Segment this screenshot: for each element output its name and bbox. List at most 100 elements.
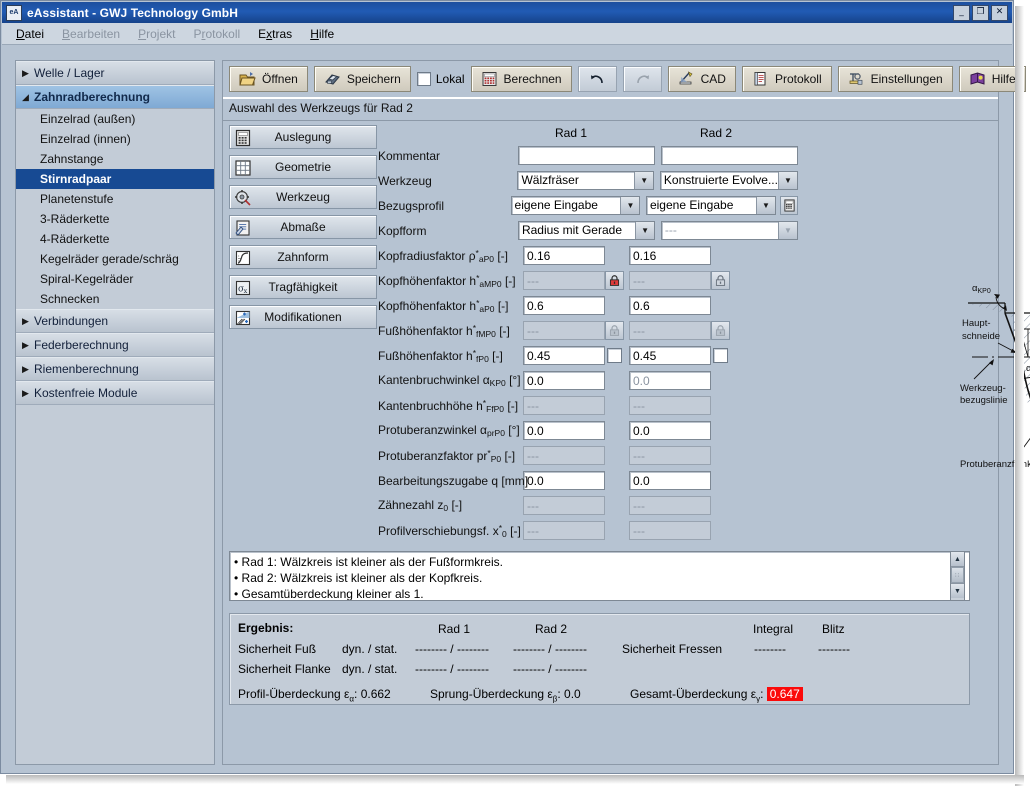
protuberanzwinkel-input-rad1[interactable]: 0.0	[523, 421, 605, 440]
werkzeug-select-rad1[interactable]: Wälzfräser ▼	[517, 171, 654, 190]
fusshoehenfaktor-checkbox-rad1[interactable]	[607, 348, 622, 363]
menu-datei[interactable]: DDateiatei	[16, 27, 44, 41]
checkbox-box[interactable]	[417, 72, 431, 86]
redo-button[interactable]	[623, 66, 662, 92]
fusshoehenfaktor-fmp0-input-rad2[interactable]: ---	[629, 321, 711, 340]
zaehnezahl-input-rad1[interactable]: ---	[523, 496, 605, 515]
cad-button[interactable]: CAD	[668, 66, 736, 92]
tab-auslegung[interactable]: Auslegung	[229, 125, 377, 149]
chevron-down-icon[interactable]: ▼	[778, 222, 797, 239]
sidebar-group-federberechnung[interactable]: ▶ Federberechnung	[16, 333, 214, 357]
tab-abmasse[interactable]: Abmaße	[229, 215, 377, 239]
kantenbruchhoehe-input-rad1[interactable]: ---	[523, 396, 605, 415]
menu-protokoll[interactable]: Protokoll	[193, 27, 240, 41]
fusshoehenfaktor-checkbox-rad2[interactable]	[713, 348, 728, 363]
scroll-down-button[interactable]: ▼	[951, 583, 964, 598]
tab-werkzeug[interactable]: Werkzeug	[229, 185, 377, 209]
zaehnezahl-input-rad2[interactable]: ---	[629, 496, 711, 515]
sidebar-group-verbindungen[interactable]: ▶ Verbindungen	[16, 309, 214, 333]
fusshoehenfaktor-fp0-input-rad1[interactable]: 0.45	[523, 346, 605, 365]
kopfform-select-rad2[interactable]: --- ▼	[661, 221, 798, 240]
lock-button-rad1[interactable]	[605, 271, 624, 290]
sidebar-item-einzelrad-aussen[interactable]: Einzelrad (außen)	[16, 109, 214, 129]
sidebar-group-zahnradberechnung[interactable]: ◢ Zahnradberechnung	[16, 85, 214, 109]
sidebar-item-planetenstufe[interactable]: Planetenstufe	[16, 189, 214, 209]
sidebar-group-kostenfreie-module[interactable]: ▶ Kostenfreie Module	[16, 381, 214, 405]
protocol-button[interactable]: Protokoll	[742, 66, 832, 92]
profilverschiebungsfaktor-input-rad2[interactable]: ---	[629, 521, 711, 540]
menu-extras[interactable]: Extras	[258, 27, 292, 41]
minimize-button[interactable]: _	[953, 5, 970, 21]
kantenbruchwinkel-input-rad2[interactable]: 0.0	[629, 371, 711, 390]
label-kantenbruchhoehe: Kantenbruchhöhe h*FfP0 [-]	[378, 398, 523, 414]
chevron-down-icon[interactable]: ▼	[634, 172, 653, 189]
sidebar-item-kegelraeder[interactable]: Kegelräder gerade/schräg	[16, 249, 214, 269]
open-button[interactable]: Öffnen	[229, 66, 308, 92]
chevron-down-icon[interactable]: ▼	[756, 197, 775, 214]
sidebar-item-stirnradpaar[interactable]: Stirnradpaar	[16, 169, 214, 189]
kopfform-select-rad1[interactable]: Radius mit Gerade ▼	[518, 221, 655, 240]
lock-button-disabled-rad2	[711, 321, 730, 340]
fusshoehenfaktor-fp0-input-rad2[interactable]: 0.45	[629, 346, 711, 365]
lock-button-rad2[interactable]	[711, 271, 730, 290]
message-scrollbar[interactable]: ▲ ∷ ▼	[950, 551, 965, 601]
bearbeitungszugabe-input-rad2[interactable]: 0.0	[629, 471, 711, 490]
protuberanzfaktor-input-rad1[interactable]: ---	[523, 446, 605, 465]
message-list[interactable]: • Rad 1: Wälzkreis ist kleiner als der F…	[229, 551, 970, 601]
local-checkbox[interactable]: Lokal	[417, 72, 465, 86]
results-title: Ergebnis:	[238, 621, 293, 635]
menu-projekt[interactable]: Projekt	[138, 27, 175, 41]
menu-hilfe[interactable]: Hilfe	[310, 27, 334, 41]
tab-tragfaehigkeit[interactable]: σ x Tragfähigkeit	[229, 275, 377, 299]
fusshoehenfaktor-fmp0-input-rad1[interactable]: ---	[523, 321, 605, 340]
protuberanzwinkel-input-rad2[interactable]: 0.0	[629, 421, 711, 440]
label-werkzeug-1: Werkzeug-	[960, 383, 1006, 394]
chevron-down-icon[interactable]: ▼	[620, 197, 639, 214]
calculate-button[interactable]: Berechnen	[471, 66, 572, 92]
kommentar-input-rad1[interactable]	[518, 146, 655, 165]
protuberanzfaktor-input-rad2[interactable]: ---	[629, 446, 711, 465]
sidebar-item-schnecken[interactable]: Schnecken	[16, 289, 214, 309]
row-zaehnezahl: Zähnezahl z0 [-] --- ---	[378, 493, 798, 518]
kantenbruchwinkel-input-rad1[interactable]: 0.0	[523, 371, 605, 390]
scroll-up-button[interactable]: ▲	[951, 552, 964, 567]
results-row2-rad1: -------- / --------	[415, 662, 489, 676]
sidebar-group-welle-lager[interactable]: ▶ Welle / Lager	[16, 61, 214, 85]
maximize-button[interactable]: ❐	[972, 5, 989, 21]
save-button[interactable]: Speichern	[314, 66, 411, 92]
bearbeitungszugabe-input-rad1[interactable]: 0.0	[523, 471, 605, 490]
row-protuberanzwinkel: Protuberanzwinkel αprP0 [°] 0.0 0.0	[378, 418, 798, 443]
sidebar-item-4-raederkette[interactable]: 4-Räderkette	[16, 229, 214, 249]
undo-button[interactable]	[578, 66, 617, 92]
kopfhoehenfaktor-ap0-input-rad2[interactable]: 0.6	[629, 296, 711, 315]
sidebar-item-zahnstange[interactable]: Zahnstange	[16, 149, 214, 169]
chevron-down-icon[interactable]: ▼	[635, 222, 654, 239]
menu-bearbeiten[interactable]: Bearbeiten	[62, 27, 120, 41]
tab-geometrie[interactable]: Geometrie	[229, 155, 377, 179]
tab-modifikationen[interactable]: Modifikationen	[229, 305, 377, 329]
sidebar-item-spiral-kegelraeder[interactable]: Spiral-Kegelräder	[16, 269, 214, 289]
kopfhoehenfaktor-amp0-input-rad1[interactable]: ---	[523, 271, 605, 290]
chevron-down-icon[interactable]: ▼	[778, 172, 797, 189]
profilverschiebungsfaktor-input-rad1[interactable]: ---	[523, 521, 605, 540]
tab-zahnform[interactable]: Zahnform	[229, 245, 377, 269]
close-button[interactable]: ✕	[991, 5, 1008, 21]
kopfradiusfaktor-input-rad2[interactable]: 0.16	[629, 246, 711, 265]
kopfhoehenfaktor-amp0-input-rad2[interactable]: ---	[629, 271, 711, 290]
sidebar-item-einzelrad-innen[interactable]: Einzelrad (innen)	[16, 129, 214, 149]
bezugsprofil-select-rad1[interactable]: eigene Eingabe ▼	[511, 196, 641, 215]
kopfhoehenfaktor-ap0-input-rad1[interactable]: 0.6	[523, 296, 605, 315]
sidebar-group-riemenberechnung[interactable]: ▶ Riemenberechnung	[16, 357, 214, 381]
bezugsprofil-calculator-button[interactable]	[780, 196, 798, 215]
scrollbar-thumb[interactable]: ∷	[951, 567, 964, 583]
application-window: eA eAssistant - GWJ Technology GmbH _ ❐ …	[0, 0, 1014, 774]
kopfradiusfaktor-input-rad1[interactable]: 0.16	[523, 246, 605, 265]
sidebar-item-3-raederkette[interactable]: 3-Räderkette	[16, 209, 214, 229]
kommentar-input-rad2[interactable]	[661, 146, 798, 165]
kantenbruchhoehe-input-rad2[interactable]: ---	[629, 396, 711, 415]
bezugsprofil-select-rad2[interactable]: eigene Eingabe ▼	[646, 196, 776, 215]
sidebar: ▶ Welle / Lager ◢ Zahnradberechnung Einz…	[15, 60, 215, 765]
werkzeug-select-rad2[interactable]: Konstruierte Evolve... ▼	[660, 171, 798, 190]
row-bearbeitungszugabe: Bearbeitungszugabe q [mm] 0.0 0.0	[378, 468, 798, 493]
settings-button[interactable]: Einstellungen	[838, 66, 953, 92]
